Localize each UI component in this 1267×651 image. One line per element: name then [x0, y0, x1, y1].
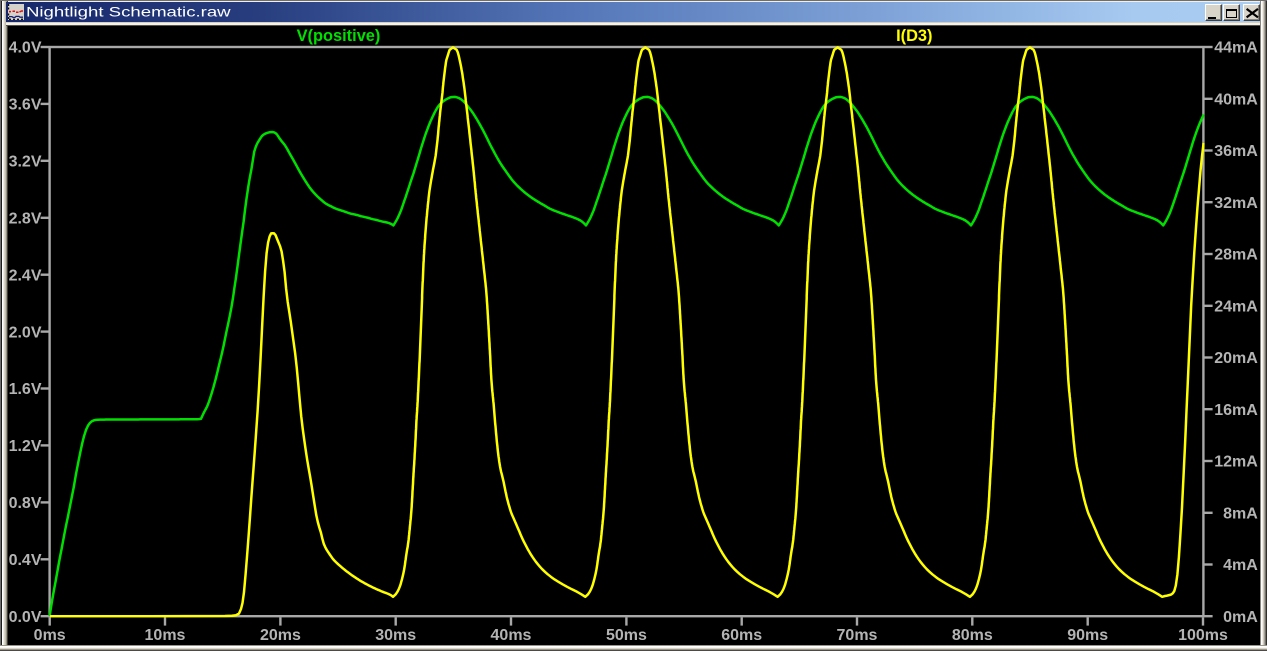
svg-text:40ms: 40ms	[491, 627, 532, 644]
svg-text:V(positive): V(positive)	[297, 27, 381, 45]
svg-text:24mA: 24mA	[1214, 298, 1258, 315]
svg-text:100ms: 100ms	[1178, 627, 1228, 644]
svg-text:12mA: 12mA	[1214, 454, 1258, 471]
svg-text:80ms: 80ms	[952, 627, 993, 644]
svg-text:I(D3): I(D3)	[896, 27, 932, 45]
svg-text:20mA: 20mA	[1214, 350, 1258, 367]
svg-text:8mA: 8mA	[1223, 506, 1258, 523]
svg-text:3.6V: 3.6V	[9, 97, 42, 114]
svg-text:36mA: 36mA	[1214, 143, 1258, 160]
svg-text:1.6V: 1.6V	[9, 381, 42, 398]
svg-text:4mA: 4mA	[1223, 557, 1258, 574]
svg-text:2.8V: 2.8V	[9, 211, 42, 228]
svg-text:44mA: 44mA	[1214, 40, 1258, 57]
svg-text:0.8V: 0.8V	[9, 495, 42, 512]
svg-text:0.4V: 0.4V	[9, 552, 42, 569]
svg-text:0.0V: 0.0V	[9, 609, 42, 626]
svg-text:16mA: 16mA	[1214, 402, 1258, 419]
svg-text:70ms: 70ms	[837, 627, 878, 644]
svg-text:50ms: 50ms	[606, 627, 647, 644]
svg-text:30ms: 30ms	[375, 627, 416, 644]
svg-text:40mA: 40mA	[1214, 92, 1258, 109]
svg-text:32mA: 32mA	[1214, 195, 1258, 212]
svg-text:4.0V: 4.0V	[9, 40, 42, 57]
svg-text:0mA: 0mA	[1223, 609, 1258, 626]
svg-text:3.2V: 3.2V	[9, 154, 42, 171]
svg-text:10ms: 10ms	[145, 627, 186, 644]
svg-text:60ms: 60ms	[721, 627, 762, 644]
svg-text:1.2V: 1.2V	[9, 438, 42, 455]
svg-text:90ms: 90ms	[1067, 627, 1108, 644]
svg-text:0ms: 0ms	[34, 627, 66, 644]
svg-text:28mA: 28mA	[1214, 247, 1258, 264]
svg-text:2.4V: 2.4V	[9, 267, 42, 284]
svg-text:20ms: 20ms	[260, 627, 301, 644]
svg-text:2.0V: 2.0V	[9, 324, 42, 341]
